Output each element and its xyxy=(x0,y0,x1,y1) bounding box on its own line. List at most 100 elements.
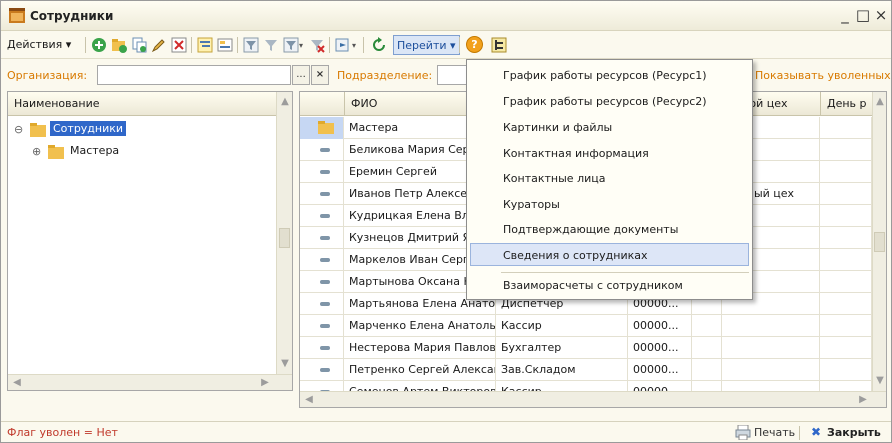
edit-icon[interactable] xyxy=(151,37,167,53)
department-label: Подразделение: xyxy=(337,69,433,82)
menu-separator xyxy=(501,272,749,273)
goto-menu-button[interactable]: Перейти ▾ xyxy=(393,35,460,55)
menu-item-supporting-documents[interactable]: Подтверждающие документы xyxy=(503,223,678,236)
copy-icon[interactable] xyxy=(131,37,147,53)
cell-position: Кассир xyxy=(496,315,628,337)
row-icon-cell xyxy=(300,161,344,183)
tree-item-label: Мастера xyxy=(70,144,120,157)
row-icon-cell xyxy=(300,359,344,381)
hierarchy-icon[interactable] xyxy=(197,37,213,53)
output-list-icon[interactable] xyxy=(335,37,351,53)
tree-vertical-scrollbar[interactable]: ▲ ▼ xyxy=(276,92,292,374)
menu-item-pictures-files[interactable]: Картинки и файлы xyxy=(503,121,612,134)
column-header-birthday[interactable]: День р xyxy=(820,92,872,116)
table-row[interactable]: Петренко Сергей Александ...Зав.Складом00… xyxy=(300,359,872,381)
cell-birthday xyxy=(820,337,872,359)
cell-birthday xyxy=(820,183,872,205)
organization-label: Организация: xyxy=(7,69,88,82)
row-icon-cell xyxy=(300,315,344,337)
department-input[interactable] xyxy=(437,65,467,85)
add-icon[interactable] xyxy=(91,37,107,53)
collapse-icon[interactable]: ⊖ xyxy=(14,123,23,136)
cell-position: Бухгалтер xyxy=(496,337,628,359)
show-dismissed-toggle[interactable]: Показывать уволенных xyxy=(755,69,891,82)
cell-birthday xyxy=(820,161,872,183)
table-row[interactable]: Марченко Елена АнатольевнаКассир00000... xyxy=(300,315,872,337)
cell-position: Зав.Складом xyxy=(496,359,628,381)
row-icon-cell xyxy=(300,183,344,205)
close-window-button[interactable]: × xyxy=(873,6,889,24)
help-icon[interactable]: ? xyxy=(466,36,483,53)
organization-input[interactable] xyxy=(97,65,291,85)
close-button[interactable]: Закрыть xyxy=(827,426,881,439)
clear-filter-icon[interactable] xyxy=(309,37,325,53)
scroll-right-icon[interactable]: ▶ xyxy=(258,377,272,388)
scroll-down-icon[interactable]: ▼ xyxy=(873,375,886,386)
maximize-button[interactable]: □ xyxy=(855,6,871,24)
scroll-left-icon[interactable]: ◀ xyxy=(302,394,316,405)
cell-main-shop xyxy=(722,315,820,337)
add-folder-icon[interactable] xyxy=(111,37,127,53)
toolbar-separator xyxy=(237,37,238,53)
cell-birthday xyxy=(820,117,872,139)
close-x-icon: ✖ xyxy=(811,425,822,439)
row-icon-cell xyxy=(300,205,344,227)
goto-dropdown-menu: График работы ресурсов (Ресурс1) График … xyxy=(466,59,753,300)
table-vertical-scrollbar[interactable]: ▲ ▼ xyxy=(872,92,886,391)
menu-item-curators[interactable]: Кураторы xyxy=(503,198,560,211)
employee-item-icon xyxy=(320,192,330,196)
organization-select-button[interactable]: ... xyxy=(292,65,310,85)
toolbar-separator xyxy=(329,37,330,53)
cell-birthday xyxy=(820,139,872,161)
refresh-icon[interactable] xyxy=(371,37,387,53)
cell-birthday xyxy=(820,293,872,315)
table-row[interactable]: Нестерова Мария Павловна Бухгалтер 00000..… xyxy=(300,337,872,359)
cell-main-shop xyxy=(722,359,820,381)
actions-menu-button[interactable]: Действия ▾ xyxy=(7,35,71,55)
menu-item-employee-settlements[interactable]: Взаиморасчеты с сотрудником xyxy=(503,279,683,292)
table-horizontal-scrollbar[interactable]: ◀ ▶ xyxy=(300,391,886,407)
row-icon-cell xyxy=(300,337,344,359)
scroll-left-icon[interactable]: ◀ xyxy=(10,377,24,388)
menu-item-contact-persons[interactable]: Контактные лица xyxy=(503,172,605,185)
column-header-icon[interactable] xyxy=(300,92,344,116)
tree-horizontal-scrollbar[interactable]: ◀ ▶ xyxy=(8,374,292,390)
expand-icon[interactable]: ⊕ xyxy=(32,145,41,158)
filter-settings-icon[interactable] xyxy=(243,37,259,53)
cell-extra-empty xyxy=(692,359,722,381)
scroll-thumb[interactable] xyxy=(279,228,290,248)
row-icon-cell xyxy=(300,139,344,161)
cell-name: Марченко Елена Анатольевна xyxy=(344,315,496,337)
chevron-down-icon[interactable]: ▾ xyxy=(352,36,356,56)
employee-item-icon xyxy=(320,324,330,328)
minimize-button[interactable]: _ xyxy=(837,6,853,24)
toolbar-separator xyxy=(191,37,192,53)
filter-list-icon[interactable] xyxy=(283,37,299,53)
toolbar: Действия ▾ ▾ ▾ Перейти ▾ ? xyxy=(1,31,891,59)
folder-icon xyxy=(48,145,64,159)
structure-icon[interactable] xyxy=(491,37,507,53)
scroll-up-icon[interactable]: ▲ xyxy=(873,96,886,107)
toolbar-separator xyxy=(85,37,86,53)
tree-header: Наименование xyxy=(8,92,292,116)
scroll-right-icon[interactable]: ▶ xyxy=(856,394,870,405)
menu-item-schedule-resource1[interactable]: График работы ресурсов (Ресурс1) xyxy=(503,69,707,82)
folder-tree: Наименование ⊖ Сотрудники ⊕ Мастера ▲ ▼ … xyxy=(7,91,293,391)
chevron-down-icon[interactable]: ▾ xyxy=(299,36,303,56)
organization-clear-button[interactable]: × xyxy=(311,65,329,85)
toolbar-separator xyxy=(363,37,364,53)
delete-icon[interactable] xyxy=(171,37,187,53)
employee-item-icon xyxy=(320,258,330,262)
employee-item-icon xyxy=(320,148,330,152)
cell-code: 00000... xyxy=(628,359,692,381)
filter-icon[interactable] xyxy=(263,37,279,53)
scroll-thumb[interactable] xyxy=(874,232,885,252)
menu-item-employee-details[interactable]: Сведения о сотрудниках xyxy=(503,249,648,262)
window-title: Сотрудники xyxy=(30,9,114,23)
tree-view-icon[interactable] xyxy=(217,37,233,53)
scroll-down-icon[interactable]: ▼ xyxy=(278,358,292,369)
menu-item-schedule-resource2[interactable]: График работы ресурсов (Ресурс2) xyxy=(503,95,707,108)
menu-item-contact-info[interactable]: Контактная информация xyxy=(503,147,649,160)
print-button[interactable]: Печать xyxy=(754,426,795,439)
scroll-up-icon[interactable]: ▲ xyxy=(278,96,292,107)
